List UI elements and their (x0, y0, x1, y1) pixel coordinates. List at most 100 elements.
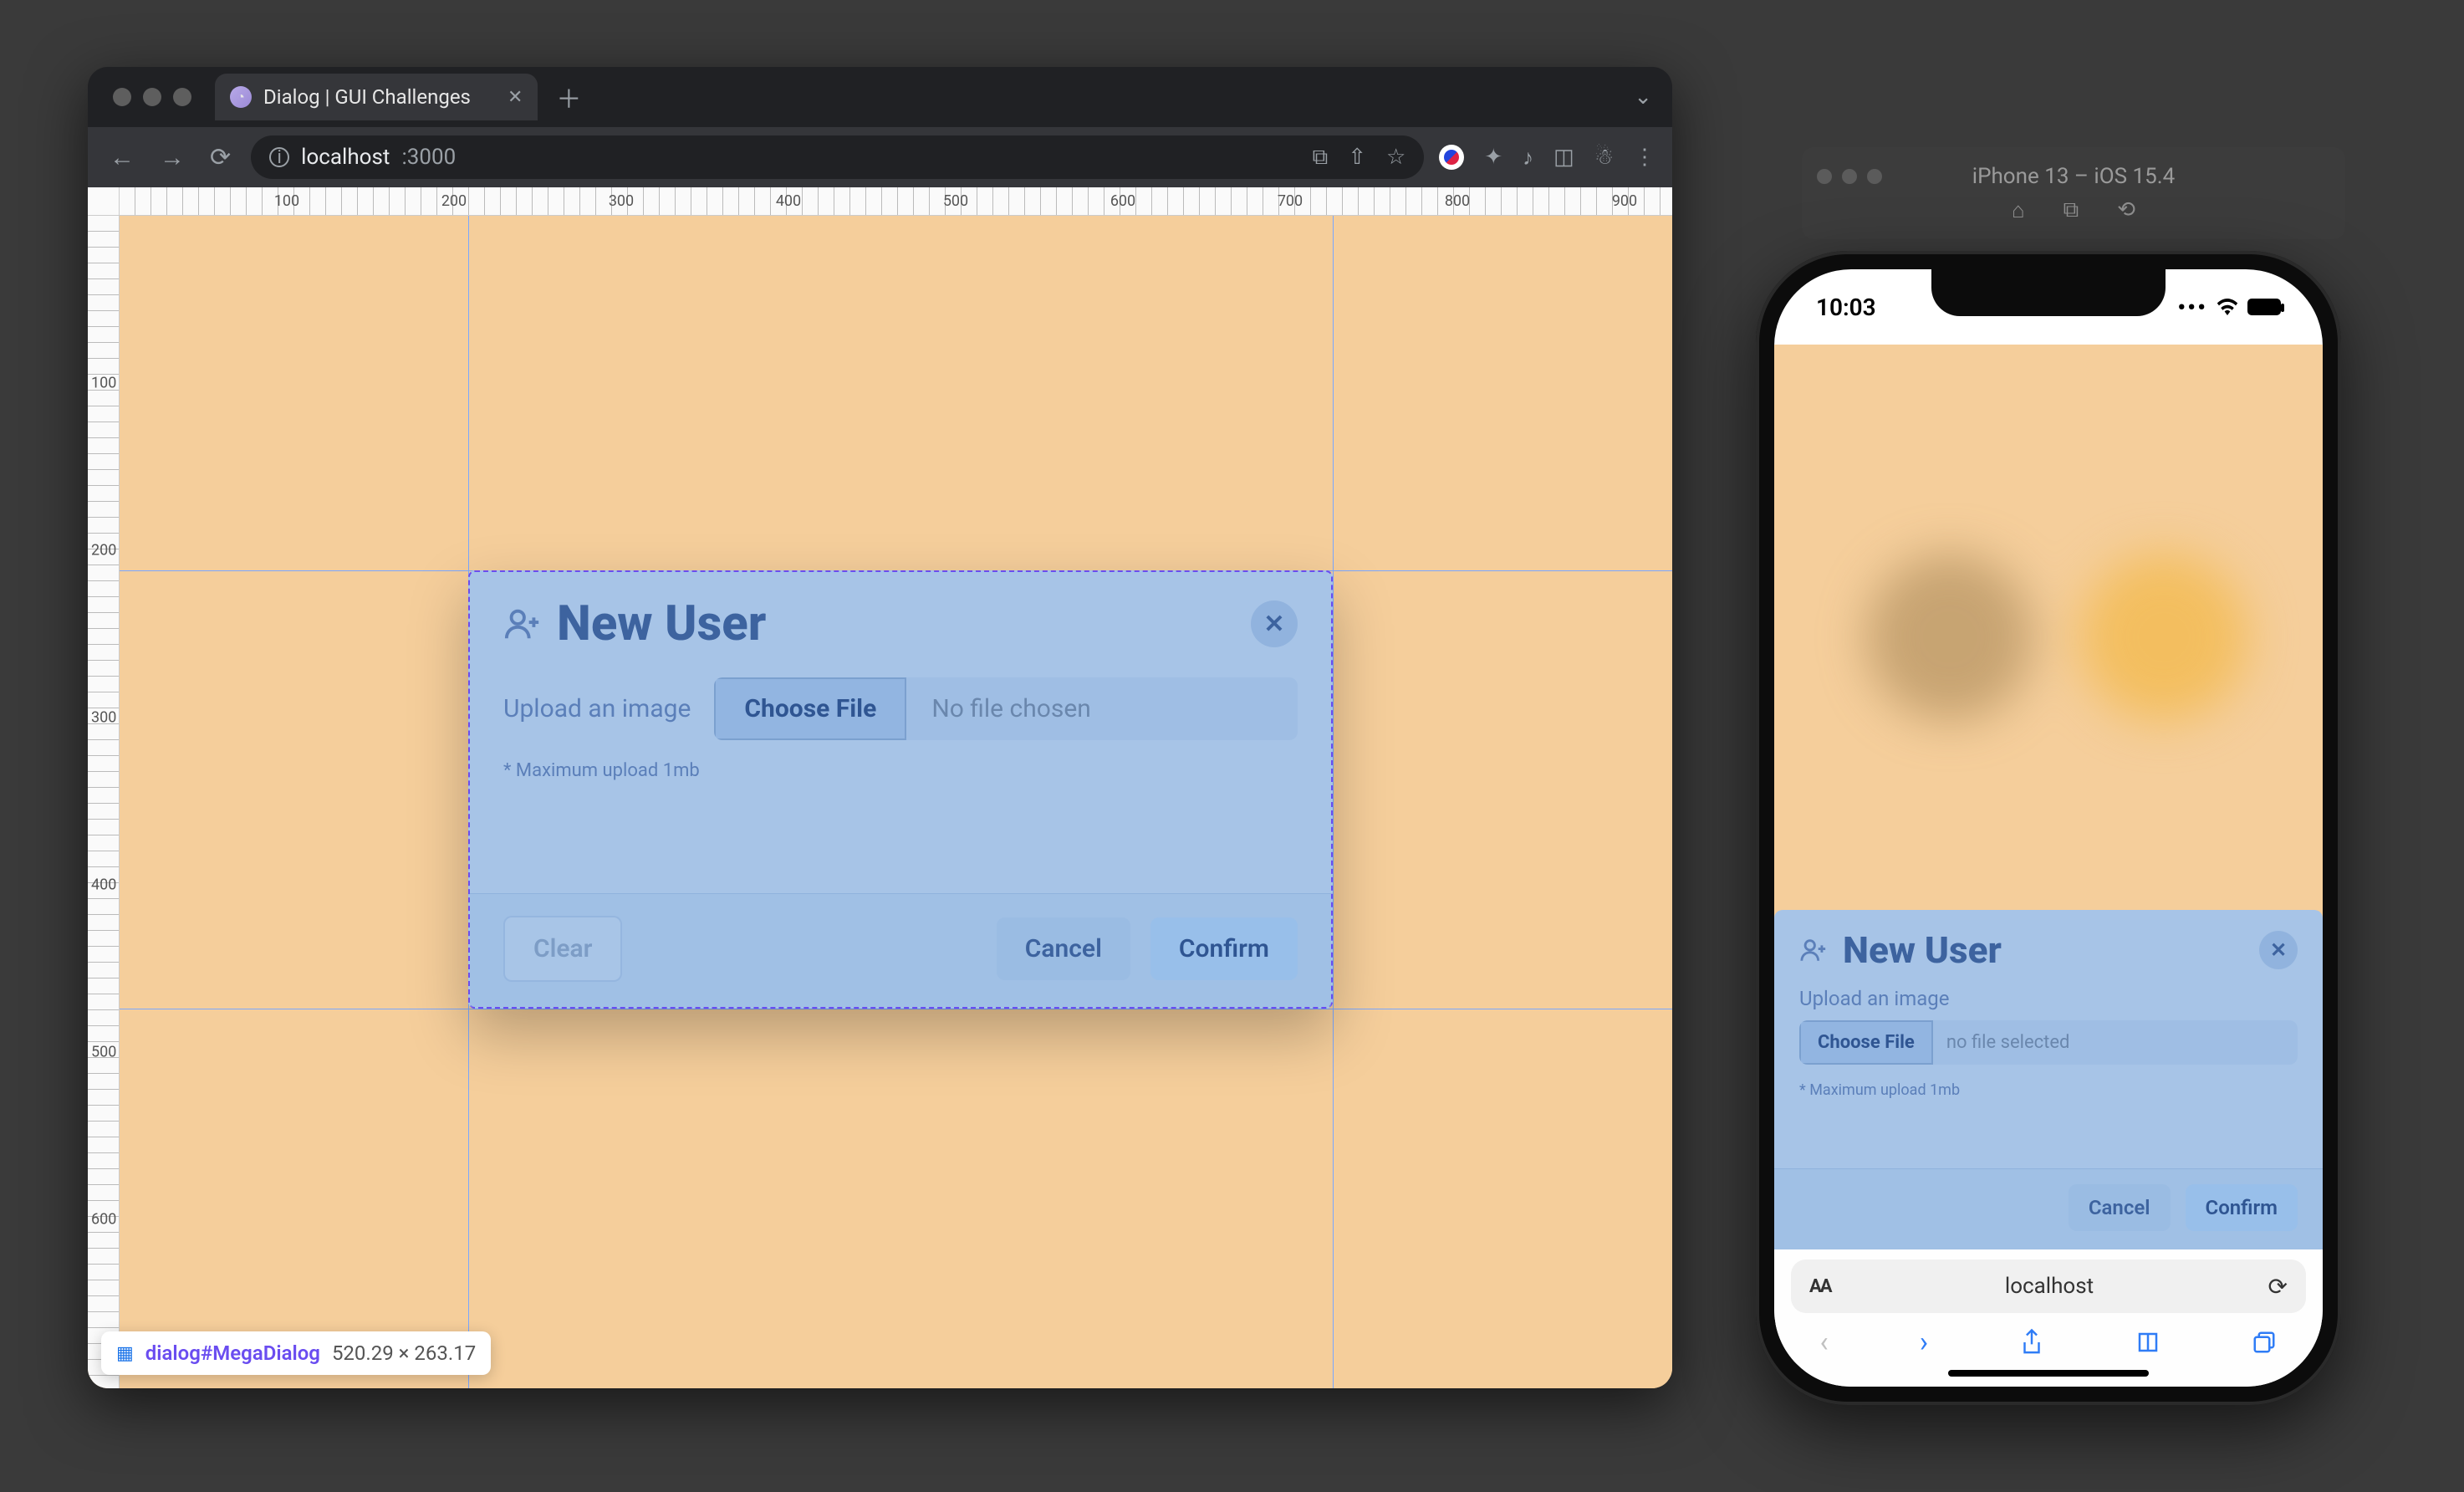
reload-icon[interactable]: ⟳ (2268, 1273, 2288, 1300)
dialog-footer: Clear Cancel Confirm (470, 893, 1331, 1007)
profile-avatar-icon[interactable]: ☃ (1594, 145, 1614, 170)
omnibox[interactable]: i localhost :3000 ⧉ ⇧ ☆ (251, 135, 1424, 179)
dialog-close-button[interactable]: ✕ (1251, 600, 1298, 647)
ruler-h-tick: 700 (1278, 192, 1303, 210)
media-icon[interactable]: ♪ (1523, 145, 1533, 171)
sim-home-icon[interactable]: ⌂ (2012, 197, 2025, 223)
more-menu-icon[interactable]: ⋮ (1634, 145, 1655, 170)
confirm-button[interactable]: Confirm (2186, 1184, 2298, 1231)
ruler-h-tick: 300 (609, 192, 634, 210)
phone-frame: 10:03 ••• New Us (1756, 251, 2341, 1405)
clear-button[interactable]: Clear (503, 916, 622, 982)
site-info-icon[interactable]: i (269, 147, 289, 167)
ruler-v-tick: 300 (91, 709, 116, 727)
dialog-body: Upload an image Choose File no file sele… (1774, 982, 2323, 1157)
dialog-header: New User ✕ (470, 572, 1331, 669)
safari-url-text: localhost (2005, 1274, 2094, 1299)
safari-toolbar: ‹ › (1774, 1313, 2323, 1372)
ruler-v-tick: 200 (91, 542, 116, 560)
dialog-body: Upload an image Choose File No file chos… (470, 669, 1331, 875)
cellular-icon: ••• (2177, 294, 2207, 321)
ruler-v-tick: 500 (91, 1044, 116, 1061)
mega-dialog: New User ✕ Upload an image Choose File N… (468, 570, 1333, 1009)
safari-url-bar[interactable]: AA localhost ⟳ (1791, 1260, 2306, 1313)
ruler-h-tick: 500 (943, 192, 968, 210)
traffic-max-icon[interactable] (173, 88, 191, 106)
url-host: localhost (301, 145, 390, 170)
new-tab-icon[interactable]: ＋ (556, 79, 581, 115)
user-plus-icon (503, 605, 542, 643)
ruler-horizontal: 100 200 300 400 500 600 700 800 900 (120, 187, 1672, 216)
browser-tab[interactable]: ◔ Dialog | GUI Challenges ✕ (215, 74, 538, 120)
confirm-button[interactable]: Confirm (1150, 917, 1298, 980)
simulator-title: iPhone 13 – iOS 15.4 (1817, 164, 2330, 189)
sim-traffic-lights[interactable] (1817, 169, 1882, 184)
ruler-h-tick: 100 (274, 192, 299, 210)
nav-reload-icon[interactable]: ⟳ (205, 138, 236, 177)
status-time: 10:03 (1816, 294, 1876, 321)
safari-forward-icon[interactable]: › (1920, 1326, 1928, 1359)
dialog-footer: Cancel Confirm (1774, 1168, 2323, 1249)
open-external-icon[interactable]: ⧉ (1313, 145, 1329, 171)
url-port: :3000 (401, 145, 456, 170)
traffic-close-icon[interactable] (1817, 169, 1832, 184)
ruler-h-tick: 600 (1110, 192, 1135, 210)
phone-content: New User ✕ Upload an image Choose File n… (1774, 345, 2323, 1249)
traffic-min-icon[interactable] (1842, 169, 1857, 184)
inspect-dimensions: 520.29 × 263.17 (332, 1341, 476, 1365)
choose-file-button[interactable]: Choose File (714, 677, 906, 740)
grid-icon: ▦ (116, 1343, 134, 1364)
phone-screen: 10:03 ••• New Us (1774, 269, 2323, 1387)
browser-tabbar: ◔ Dialog | GUI Challenges ✕ ＋ ⌄ (88, 67, 1672, 127)
safari-back-icon[interactable]: ‹ (1820, 1326, 1829, 1359)
cancel-button[interactable]: Cancel (2069, 1184, 2171, 1231)
inspect-tooltip: ▦ dialog#MegaDialog 520.29 × 263.17 (101, 1331, 491, 1375)
browser-toolbar: ← → ⟳ i localhost :3000 ⧉ ⇧ ☆ ✦ ♪ ◫ ☃ ⋮ (88, 127, 1672, 187)
battery-icon (2247, 299, 2281, 315)
upload-hint: * Maximum upload 1mb (503, 755, 1298, 781)
file-input[interactable]: Choose File no file selected (1799, 1020, 2298, 1065)
extension-compass-icon[interactable] (1439, 145, 1464, 170)
bookmark-star-icon[interactable]: ☆ (1386, 145, 1405, 171)
safari-tabs-icon[interactable] (2252, 1330, 2277, 1355)
nav-back-icon[interactable]: ← (105, 138, 140, 177)
traffic-max-icon[interactable] (1867, 169, 1882, 184)
share-icon[interactable]: ⇧ (1348, 145, 1366, 171)
ruler-v-tick: 400 (91, 876, 116, 894)
extensions-icon[interactable]: ✦ (1484, 145, 1502, 170)
file-input[interactable]: Choose File No file chosen (714, 677, 1298, 740)
tab-title: Dialog | GUI Challenges (263, 85, 471, 109)
favicon-icon: ◔ (230, 86, 252, 108)
user-plus-icon (1799, 936, 1828, 964)
ruler-h-tick: 200 (441, 192, 467, 210)
cancel-button[interactable]: Cancel (997, 917, 1130, 980)
home-indicator[interactable] (1948, 1370, 2149, 1377)
file-name-text: no file selected (1933, 1020, 2298, 1065)
text-size-icon[interactable]: AA (1809, 1276, 1831, 1297)
upload-label: Upload an image (1799, 987, 1950, 1010)
safari-bookmarks-icon[interactable] (2135, 1330, 2160, 1355)
simulator-titlebar: iPhone 13 – iOS 15.4 ⌂ ⧉ ⟲ (1802, 147, 2345, 239)
safari-share-icon[interactable] (2019, 1328, 2044, 1357)
traffic-min-icon[interactable] (143, 88, 161, 106)
upload-label: Upload an image (503, 694, 691, 723)
tab-close-icon[interactable]: ✕ (508, 87, 523, 108)
sim-rotate-icon[interactable]: ⟲ (2117, 197, 2135, 223)
guide-line (1333, 216, 1334, 1388)
window-traffic-lights[interactable] (113, 88, 191, 106)
nav-forward-icon[interactable]: → (155, 138, 190, 177)
extension-icons: ✦ ♪ ◫ ☃ ⋮ (1439, 145, 1655, 171)
sim-screenshot-icon[interactable]: ⧉ (2064, 197, 2079, 223)
canvas-area: New User ✕ Upload an image Choose File N… (120, 216, 1672, 1388)
dialog-close-button[interactable]: ✕ (2259, 931, 2298, 969)
inspect-selector: dialog#MegaDialog (145, 1341, 320, 1365)
phone-notch (1931, 269, 2166, 316)
traffic-close-icon[interactable] (113, 88, 131, 106)
ruler-v-tick: 600 (91, 1211, 116, 1229)
tabs-dropdown-icon[interactable]: ⌄ (1634, 84, 1652, 110)
file-name-text: No file chosen (906, 677, 1298, 740)
browser-viewport: 100 200 300 400 500 600 700 800 900 100 … (88, 187, 1672, 1388)
dialog-title: New User (1843, 928, 2244, 972)
devtools-panel-icon[interactable]: ◫ (1553, 145, 1574, 170)
choose-file-button[interactable]: Choose File (1799, 1020, 1933, 1065)
